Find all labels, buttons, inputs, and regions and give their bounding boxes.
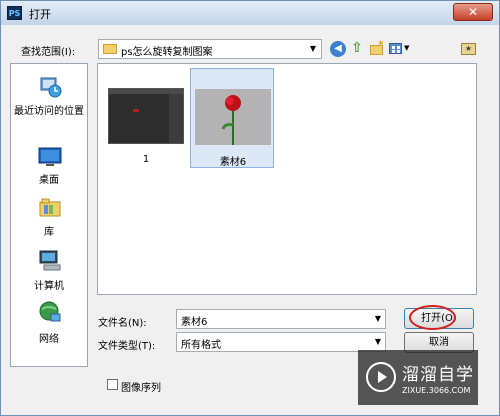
image-sequence-label: 图像序列	[121, 383, 161, 394]
up-folder-icon[interactable]: ⇧	[349, 41, 365, 57]
folder-icon	[103, 44, 117, 54]
play-logo-icon	[366, 362, 396, 392]
place-network[interactable]: 网络	[11, 300, 87, 352]
file-item-selected[interactable]: 素材6	[190, 68, 274, 168]
place-desktop[interactable]: 桌面	[11, 144, 87, 192]
filename-label: 文件名(N):	[98, 318, 147, 329]
place-label: 最近访问的位置	[14, 106, 84, 117]
back-icon[interactable]: ◀	[330, 41, 346, 57]
window-title: 打开	[29, 8, 51, 21]
look-in-value: ps怎么旋转复制图案	[121, 47, 213, 58]
file-name: 1	[142, 154, 150, 165]
rose-thumbnail	[195, 89, 271, 145]
views-menu-icon[interactable]: ▼	[388, 41, 410, 57]
close-button[interactable]: ✕	[453, 3, 493, 21]
libraries-icon	[39, 198, 61, 217]
photoshop-app-icon: PS	[7, 6, 22, 20]
highlight-ring	[409, 305, 456, 330]
watermark-url: ZIXUE.3066.COM	[402, 386, 471, 395]
chevron-down-icon: ▼	[309, 44, 316, 53]
chevron-down-icon[interactable]: ▼	[375, 314, 381, 323]
watermark-name: 溜溜自学	[402, 365, 474, 385]
recent-places-icon	[40, 77, 62, 98]
dialog-body: 查找范围(I): ps怎么旋转复制图案 ▼ ◀ ⇧ ✶ ▼ ★ 最近访问的位置	[1, 25, 499, 415]
filetype-label: 文件类型(T):	[98, 341, 156, 352]
place-recent[interactable]: 最近访问的位置	[11, 74, 87, 134]
title-bar[interactable]: PS 打开 ✕	[1, 1, 499, 25]
file-thumbnail	[108, 88, 184, 144]
place-label: 桌面	[39, 175, 59, 186]
place-label: 网络	[39, 334, 59, 345]
file-name: 素材6	[219, 157, 247, 168]
look-in-combobox[interactable]: ps怎么旋转复制图案 ▼	[98, 39, 322, 59]
places-bar: 最近访问的位置 桌面 库 计算机 网络	[10, 63, 88, 367]
filetype-select[interactable]: 所有格式 ▼	[176, 332, 386, 352]
favorites-icon[interactable]: ★	[461, 41, 477, 57]
network-icon	[39, 301, 61, 322]
chevron-down-icon[interactable]: ▼	[375, 337, 381, 346]
look-in-label: 查找范围(I):	[21, 47, 76, 58]
image-sequence-checkbox[interactable]	[107, 379, 118, 390]
new-folder-icon[interactable]: ✶	[369, 39, 385, 57]
place-libraries[interactable]: 库	[11, 196, 87, 244]
file-list[interactable]: 1 素材6	[97, 63, 477, 295]
filename-input[interactable]: 素材6 ▼	[176, 309, 386, 329]
open-dialog: PS 打开 ✕ 查找范围(I): ps怎么旋转复制图案 ▼ ◀ ⇧ ✶ ▼ ★ …	[0, 0, 500, 416]
place-computer[interactable]: 计算机	[11, 248, 87, 298]
filetype-value: 所有格式	[181, 340, 221, 351]
place-label: 库	[44, 227, 54, 238]
file-item[interactable]: 1	[104, 68, 188, 168]
watermark: 溜溜自学 ZIXUE.3066.COM	[358, 350, 478, 405]
desktop-icon	[38, 147, 62, 166]
place-label: 计算机	[34, 281, 64, 292]
computer-icon	[39, 250, 61, 271]
filename-value: 素材6	[181, 317, 208, 328]
